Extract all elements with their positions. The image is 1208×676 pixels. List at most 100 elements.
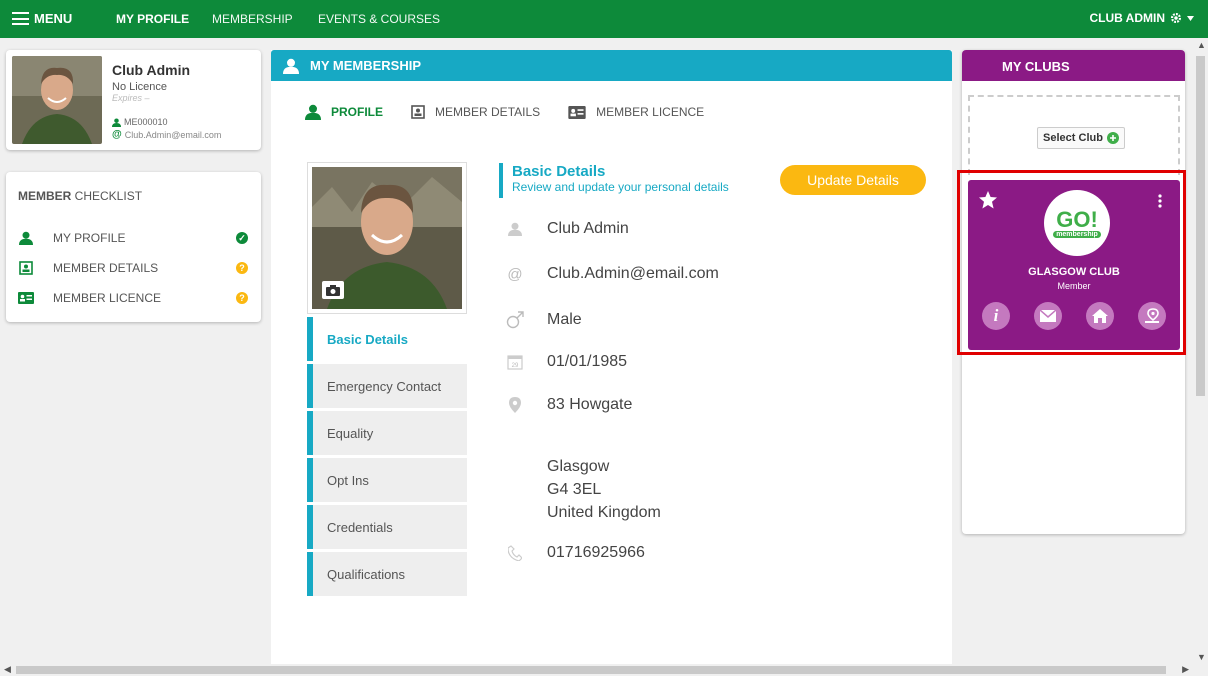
tab-member-details[interactable]: MEMBER DETAILS (411, 104, 540, 120)
map-pin-icon (505, 397, 525, 413)
membership-tabs: PROFILE MEMBER DETAILS MEMBER LICENCE (305, 104, 704, 120)
side-item-qualifications[interactable]: Qualifications (307, 552, 467, 596)
plus-circle-icon (1106, 132, 1119, 144)
user-icon (305, 104, 321, 120)
chevron-down-icon (1187, 15, 1194, 21)
licence-card-icon (18, 292, 34, 304)
avatar (12, 56, 102, 144)
club-role: Member (1057, 281, 1091, 291)
side-item-basic-details[interactable]: Basic Details (307, 317, 467, 361)
scroll-right-icon[interactable]: ▶ (1182, 664, 1189, 675)
profile-email-value: Club.Admin@email.com (124, 129, 222, 140)
question-icon: ? (236, 292, 248, 304)
vertical-scrollbar[interactable]: ▲ ▼ (1193, 38, 1208, 664)
location-icon[interactable] (1138, 302, 1166, 330)
user-menu[interactable]: CLUB ADMIN (1089, 11, 1194, 25)
profile-name: Club Admin (112, 62, 191, 78)
member-id-value: ME000010 (124, 117, 168, 127)
member-id: ME000010 (112, 117, 168, 127)
licence-card-icon (568, 105, 586, 119)
my-clubs-panel: MY CLUBS Select Club GO! membership GLAS… (962, 50, 1185, 534)
basic-details-title: Basic Details (512, 163, 606, 180)
address-block: Glasgow G4 3EL United Kingdom (547, 455, 661, 524)
address-postcode: G4 3EL (547, 481, 602, 498)
nav-my-profile[interactable]: MY PROFILE (116, 12, 189, 26)
gear-icon (1170, 12, 1182, 24)
checklist-item-member-licence[interactable]: MEMBER LICENCE ? (18, 289, 248, 307)
membership-title: MY MEMBERSHIP (310, 58, 421, 73)
checklist-item-label: MEMBER DETAILS (53, 261, 159, 275)
detail-phone: 01716925966 (505, 544, 645, 562)
basic-details-heading: Basic Details Review and update your per… (499, 163, 729, 198)
user-icon (112, 117, 121, 127)
user-icon (18, 231, 34, 245)
member-checklist: MEMBER CHECKLIST MY PROFILE ✓ MEMBER DET… (6, 172, 261, 322)
club-card[interactable]: GO! membership GLASGOW CLUB Member i (968, 180, 1180, 350)
address-city: Glasgow (547, 458, 610, 475)
club-name: GLASGOW CLUB (1028, 266, 1120, 278)
licence-status: No Licence (112, 81, 168, 93)
profile-side-menu: Basic Details Emergency Contact Equality… (307, 317, 467, 599)
profile-email: @ Club.Admin@email.com (112, 129, 221, 140)
detail-dob: 29 01/01/1985 (505, 353, 627, 371)
checklist-item-label: MY PROFILE (53, 231, 126, 245)
licence-expiry: Expires – (112, 93, 150, 103)
scroll-down-icon[interactable]: ▼ (1197, 652, 1206, 662)
nav-membership[interactable]: MEMBERSHIP (212, 12, 293, 26)
check-icon: ✓ (236, 232, 248, 244)
at-icon: @ (112, 129, 122, 140)
address-country: United Kingdom (547, 504, 661, 521)
svg-text:29: 29 (512, 363, 519, 369)
side-item-credentials[interactable]: Credentials (307, 505, 467, 549)
male-icon (505, 310, 525, 330)
checklist-item-label: MEMBER LICENCE (53, 291, 162, 305)
star-icon[interactable] (978, 190, 998, 210)
side-item-equality[interactable]: Equality (307, 411, 467, 455)
envelope-icon[interactable] (1034, 302, 1062, 330)
side-item-emergency-contact[interactable]: Emergency Contact (307, 364, 467, 408)
tab-member-licence[interactable]: MEMBER LICENCE (568, 104, 704, 120)
horizontal-scroll-thumb[interactable] (16, 666, 1166, 674)
membership-header: MY MEMBERSHIP (271, 50, 952, 81)
user-icon (283, 58, 299, 74)
horizontal-scrollbar[interactable]: ◀ ▶ (0, 664, 1193, 676)
hamburger-icon (12, 12, 29, 25)
more-vertical-icon[interactable] (1158, 194, 1162, 208)
checklist-item-member-details[interactable]: MEMBER DETAILS ? (18, 259, 248, 277)
top-nav: MENU MY PROFILE MEMBERSHIP EVENTS & COUR… (0, 0, 1208, 38)
phone-icon (505, 545, 525, 561)
membership-panel: MY MEMBERSHIP PROFILE MEMBER DETAILS MEM… (271, 50, 952, 676)
nav-events-courses[interactable]: EVENTS & COURSES (318, 12, 440, 26)
profile-card: Club Admin No Licence Expires – ME000010… (6, 50, 261, 150)
id-card-icon (18, 261, 34, 275)
detail-email: @ Club.Admin@email.com (505, 265, 718, 283)
side-item-opt-ins[interactable]: Opt Ins (307, 458, 467, 502)
user-label: CLUB ADMIN (1089, 11, 1165, 25)
question-icon: ? (236, 262, 248, 274)
detail-address: 83 Howgate (505, 396, 632, 414)
tab-profile[interactable]: PROFILE (305, 104, 383, 120)
calendar-icon: 29 (505, 354, 525, 370)
home-icon[interactable] (1086, 302, 1114, 330)
scroll-left-icon[interactable]: ◀ (4, 664, 11, 675)
profile-photo[interactable] (307, 162, 467, 314)
user-icon (505, 222, 525, 236)
menu-label: MENU (34, 11, 73, 26)
club-actions: i (982, 302, 1166, 330)
detail-gender: Male (505, 310, 582, 330)
menu-button[interactable]: MENU (12, 11, 72, 26)
update-details-button[interactable]: Update Details (780, 165, 926, 195)
at-icon: @ (507, 265, 523, 283)
scroll-up-icon[interactable]: ▲ (1197, 40, 1206, 50)
camera-icon[interactable] (322, 281, 344, 299)
basic-details-subtitle: Review and update your personal details (512, 180, 729, 194)
id-card-icon (411, 105, 425, 119)
select-club-button[interactable]: Select Club (1037, 127, 1125, 149)
checklist-item-my-profile[interactable]: MY PROFILE ✓ (18, 229, 248, 247)
select-club-zone: Select Club (968, 95, 1180, 175)
checklist-title: MEMBER CHECKLIST (18, 189, 143, 203)
vertical-scroll-thumb[interactable] (1196, 56, 1205, 396)
detail-name: Club Admin (505, 220, 629, 238)
my-clubs-title: MY CLUBS (962, 50, 1185, 81)
info-icon[interactable]: i (982, 302, 1010, 330)
